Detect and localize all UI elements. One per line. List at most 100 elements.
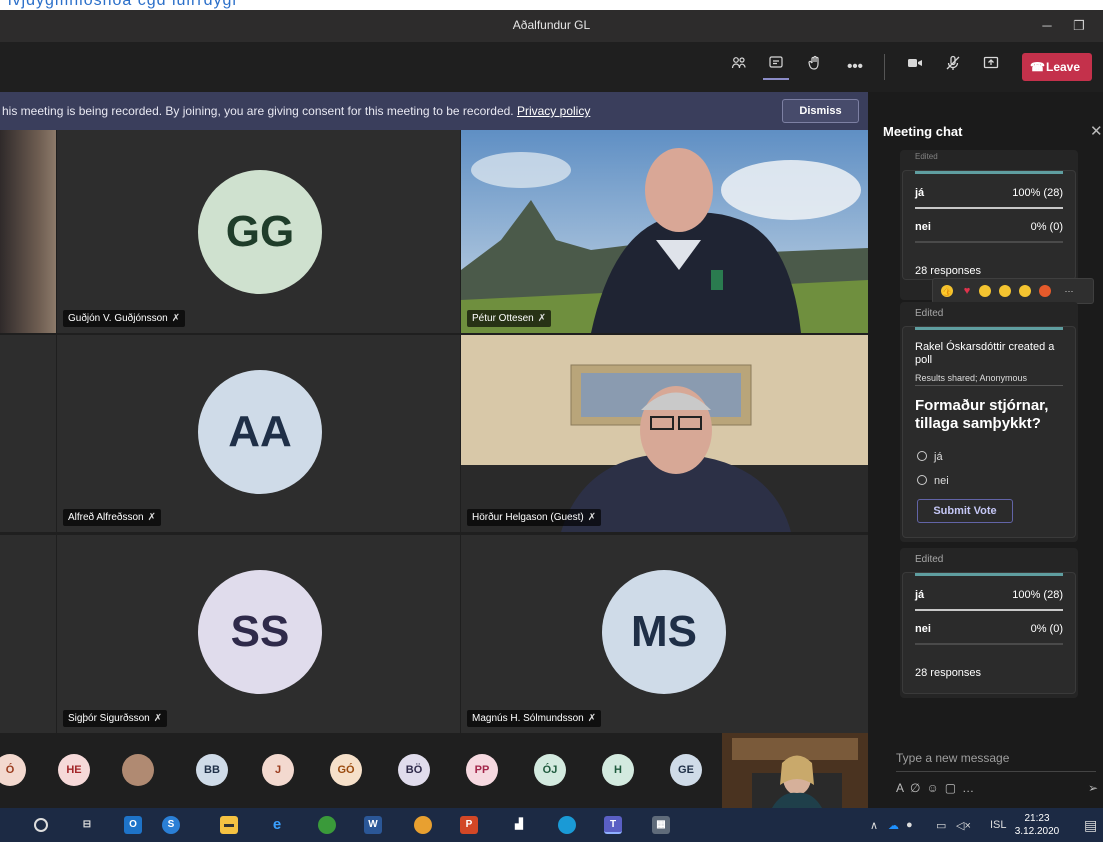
participant-avatar[interactable]: BÖ bbox=[398, 754, 430, 786]
notifications-icon[interactable]: ▤ bbox=[1084, 817, 1097, 834]
participant-avatar[interactable] bbox=[122, 754, 154, 786]
chrome-icon[interactable] bbox=[414, 816, 432, 834]
participant-avatar: MS bbox=[602, 570, 726, 694]
self-view-video[interactable] bbox=[722, 733, 868, 808]
poll-creator: Rakel Óskarsdóttir created a poll bbox=[915, 341, 1055, 366]
submit-vote-button[interactable]: Submit Vote bbox=[917, 499, 1013, 523]
calculator-icon[interactable]: ▦ bbox=[652, 816, 670, 834]
restore-button[interactable]: ❐ bbox=[1064, 16, 1094, 36]
cortana-icon[interactable] bbox=[34, 818, 48, 832]
leave-label: Leave bbox=[1046, 60, 1081, 74]
participant-avatar[interactable]: GÓ bbox=[330, 754, 362, 786]
more-options-icon[interactable]: ••• bbox=[842, 54, 868, 80]
participant-strip: Ó HE BB J GÓ BÖ PP ÓJ H GE bbox=[0, 733, 868, 808]
word-icon[interactable]: W bbox=[364, 816, 382, 834]
share-screen-icon[interactable] bbox=[978, 54, 1004, 80]
participant-avatar[interactable]: BB bbox=[196, 754, 228, 786]
language-indicator[interactable]: ISL bbox=[990, 819, 1007, 831]
angry-reaction-icon[interactable] bbox=[1039, 285, 1051, 297]
windows-taskbar: ⊟ O S ▬ e W P ▟ T ▦ ∧ ☁ ● ▭ ◁× ISL 21:23… bbox=[0, 808, 1103, 842]
poll-card: Rakel Óskarsdóttir created a poll Result… bbox=[902, 326, 1076, 538]
participant-video-tile[interactable]: Hörður Helgason (Guest) ✗ bbox=[461, 335, 868, 532]
heart-reaction-icon[interactable]: ♥ bbox=[961, 285, 973, 297]
participant-avatar[interactable]: ÓJ bbox=[534, 754, 566, 786]
file-explorer-icon[interactable]: ▬ bbox=[220, 816, 238, 834]
participant-tile[interactable]: SS Sigþór Sigurðsson ✗ bbox=[57, 535, 460, 733]
outlook-icon[interactable]: O bbox=[124, 816, 142, 834]
card-accent bbox=[915, 327, 1063, 330]
participant-name: Sigþór Sigurðsson ✗ bbox=[63, 710, 168, 727]
surprised-reaction-icon[interactable] bbox=[999, 285, 1011, 297]
participant-name: Magnús H. Sólmundsson ✗ bbox=[467, 710, 602, 727]
internet-explorer-icon[interactable]: e bbox=[268, 816, 286, 834]
participant-avatar[interactable]: PP bbox=[466, 754, 498, 786]
participant-avatar[interactable]: HE bbox=[58, 754, 90, 786]
show-hidden-icons[interactable]: ∧ bbox=[870, 819, 878, 832]
chat-icon[interactable] bbox=[763, 54, 789, 80]
leave-button[interactable]: ☎ Leave bbox=[1022, 53, 1092, 81]
raise-hand-icon[interactable] bbox=[802, 54, 828, 80]
volume-mute-icon[interactable]: ◁× bbox=[956, 819, 971, 832]
teams-icon[interactable]: T bbox=[604, 816, 622, 834]
participant-avatar[interactable]: Ó bbox=[0, 754, 26, 786]
powerpoint-icon[interactable]: P bbox=[460, 816, 478, 834]
participant-avatar[interactable]: GE bbox=[670, 754, 702, 786]
meeting-toolbar: ••• ☎ Leave bbox=[0, 42, 1103, 92]
sad-reaction-icon[interactable] bbox=[1019, 285, 1031, 297]
network-icon[interactable]: ▭ bbox=[936, 819, 946, 832]
camera-icon[interactable] bbox=[902, 54, 928, 80]
participant-video bbox=[461, 130, 868, 333]
poll-question: Formaður stjórnar, tillaga samþykkt? bbox=[915, 397, 1049, 432]
minimize-button[interactable]: ─ bbox=[1032, 16, 1062, 36]
window-title: Aðalfundur GL bbox=[512, 18, 591, 32]
poll-option[interactable]: nei bbox=[917, 475, 949, 487]
teams-meeting-window: lvjdygmhloshoa cgd iulrrdygl Aðalfundur … bbox=[0, 0, 1103, 842]
gif-icon[interactable]: ▢ bbox=[945, 781, 962, 795]
dismiss-button[interactable]: Dismiss bbox=[782, 99, 859, 123]
mic-off-icon: ✗ bbox=[587, 713, 597, 724]
cropped-video-tile bbox=[0, 535, 56, 733]
mic-off-icon: ✗ bbox=[153, 713, 163, 724]
chat-header: Meeting chat ✕ bbox=[868, 120, 1103, 144]
format-icon[interactable]: A bbox=[896, 781, 910, 795]
emoji-icon[interactable]: ☺ bbox=[926, 781, 944, 795]
more-reactions-icon[interactable]: ··· bbox=[1059, 285, 1079, 297]
app-icon[interactable] bbox=[318, 816, 336, 834]
poll-option[interactable]: já bbox=[917, 451, 943, 463]
edge-icon[interactable] bbox=[558, 816, 576, 834]
participant-avatar: AA bbox=[198, 370, 322, 494]
participant-video-tile[interactable]: Pétur Ottesen ✗ bbox=[461, 130, 868, 333]
close-chat-icon[interactable]: ✕ bbox=[1090, 122, 1103, 140]
phone-hangup-icon: ☎ bbox=[1030, 60, 1045, 74]
card-accent bbox=[915, 171, 1063, 174]
laugh-reaction-icon[interactable] bbox=[979, 285, 991, 297]
onedrive-icon[interactable]: ☁ bbox=[888, 819, 899, 832]
attach-icon[interactable]: ∅ bbox=[910, 781, 926, 795]
privacy-policy-link[interactable]: Privacy policy bbox=[517, 104, 590, 118]
top-cropped-text: lvjdygmhloshoa cgd iulrrdygl bbox=[0, 0, 1103, 10]
people-icon[interactable] bbox=[726, 54, 752, 80]
tray-app-icon[interactable]: ● bbox=[906, 819, 913, 831]
poll-result-bar bbox=[915, 609, 1063, 611]
skype-icon[interactable]: S bbox=[162, 816, 180, 834]
task-view-icon[interactable]: ⊟ bbox=[78, 816, 96, 834]
message-input[interactable]: Type a new message bbox=[896, 751, 1009, 765]
chart-app-icon[interactable]: ▟ bbox=[510, 816, 528, 834]
participant-tile[interactable]: MS Magnús H. Sólmundsson ✗ bbox=[461, 535, 868, 733]
like-reaction-icon[interactable]: 👍 bbox=[941, 285, 953, 297]
cropped-video-tile bbox=[0, 130, 56, 333]
clock[interactable]: 21:23 3.12.2020 bbox=[1014, 812, 1060, 838]
mic-off-icon: ✗ bbox=[587, 512, 597, 523]
poll-results-card: já 100% (28) nei 0% (0) 28 responses bbox=[902, 170, 1076, 280]
send-icon[interactable]: ➢ bbox=[1088, 781, 1098, 795]
mic-off-icon[interactable] bbox=[940, 54, 966, 80]
more-compose-icon[interactable]: … bbox=[962, 781, 980, 795]
participant-tile[interactable]: GG Guðjón V. Guðjónsson ✗ bbox=[57, 130, 460, 333]
input-underline bbox=[896, 771, 1096, 772]
participant-avatar[interactable]: H bbox=[602, 754, 634, 786]
compose-tools: A∅☺▢… bbox=[896, 781, 980, 795]
poll-results-card: já 100% (28) nei 0% (0) 28 responses bbox=[902, 572, 1076, 694]
toolbar-divider bbox=[884, 54, 885, 80]
participant-tile[interactable]: AA Alfreð Alfreðsson ✗ bbox=[57, 335, 460, 532]
participant-avatar[interactable]: J bbox=[262, 754, 294, 786]
